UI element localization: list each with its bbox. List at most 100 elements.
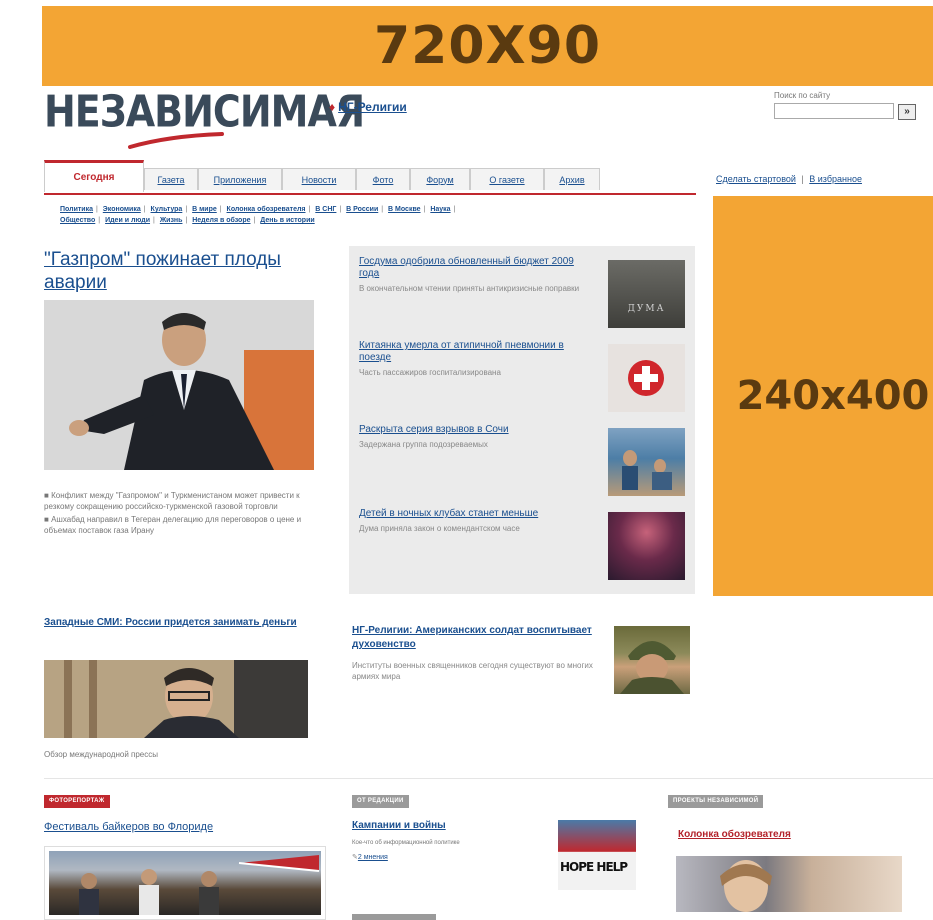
main-headline: "Газпром" пожинает плоды аварии (44, 248, 324, 294)
tab-about[interactable]: О газете (470, 168, 544, 190)
subnav-moscow[interactable]: В Москве (388, 206, 421, 213)
subnav-week-review[interactable]: Неделя в обзоре (192, 217, 250, 224)
subnav-russia[interactable]: В России (346, 206, 378, 213)
bullet-icon: ♦ (329, 100, 336, 114)
subnav-day-history[interactable]: День в истории (260, 217, 314, 224)
search-button[interactable]: » (898, 104, 916, 120)
news-thumb[interactable] (608, 428, 685, 496)
tab-today[interactable]: Сегодня (44, 160, 144, 192)
subnav-ideas[interactable]: Идеи и люди (105, 217, 150, 224)
secondary-headline: Западные СМИ: России придется занимать д… (44, 616, 304, 629)
tab-newspaper[interactable]: Газета (144, 168, 198, 190)
religion-thumb[interactable] (614, 626, 690, 694)
secondary-headline-link[interactable]: Западные СМИ: России придется занимать д… (44, 617, 297, 628)
bullet-text: Конфликт между "Газпромом" и Туркмениста… (44, 491, 300, 511)
section-subnav: Политика | Экономика | Культура | В мире | К… (60, 204, 670, 226)
editorial-comments: ✎2 мнения (352, 853, 388, 861)
site-logo[interactable]: НЕЗАВИСИМАЯ (44, 86, 365, 137)
bullet-icon: ■ (44, 491, 49, 500)
subnav-row-1: Политика | Экономика | Культура | В мире | К… (60, 204, 670, 215)
separator: | (339, 206, 342, 213)
subnav-politics[interactable]: Политика (60, 206, 93, 213)
editorial-badge[interactable]: ОТ РЕДАКЦИИ (352, 795, 409, 808)
separator: | (423, 206, 426, 213)
subnav-world[interactable]: В мире (192, 206, 217, 213)
separator: | (96, 206, 98, 213)
tab-photo[interactable]: Фото (356, 168, 410, 190)
main-bullets: ■ Конфликт между "Газпромом" и Туркменис… (44, 490, 324, 538)
separator: | (801, 174, 804, 184)
news-item: Госдума одобрила обновленный бюджет 2009… (359, 256, 584, 294)
news-thumb-text: ДУМА (627, 304, 666, 314)
religion-headline: НГ-Религии: Американских солдат воспитыв… (352, 624, 602, 652)
subnav-life[interactable]: Жизнь (160, 217, 183, 224)
photoreport-frame (44, 846, 326, 920)
news-item-title[interactable]: Детей в ночных клубах станет меньше (359, 508, 584, 520)
news-item-desc: Дума приняла закон о комендантском часе (359, 524, 520, 533)
bullet-icon: ■ (44, 515, 49, 524)
news-item-title[interactable]: Китаянка умерла от атипичной пневмонии в… (359, 340, 584, 364)
ng-religion-link-wrap: ♦ НГ-Религии (329, 100, 407, 114)
secondary-photo[interactable] (44, 660, 308, 738)
subnav-culture[interactable]: Культура (151, 206, 183, 213)
editorial-title[interactable]: Кампании и войны (352, 820, 446, 831)
separator: | (143, 206, 146, 213)
news-thumb[interactable] (608, 344, 685, 412)
main-headline-link[interactable]: "Газпром" пожинает плоды аварии (44, 249, 281, 293)
tab-archive[interactable]: Архив (544, 168, 600, 190)
subnav-society[interactable]: Общество (60, 217, 95, 224)
column-title[interactable]: Колонка обозревателя (678, 828, 791, 842)
main-photo-image (44, 300, 314, 470)
separator: | (219, 206, 222, 213)
top-banner-label: 720X90 (374, 16, 601, 76)
red-cross-icon (628, 360, 664, 396)
news-thumb-image (622, 450, 672, 490)
news-thumb[interactable] (608, 512, 685, 580)
bullet-text: Ашхабад направил в Тегеран делегацию для… (44, 515, 302, 535)
main-photo[interactable] (44, 300, 314, 470)
subnav-science[interactable]: Наука (430, 206, 450, 213)
news-panel: Госдума одобрила обновленный бюджет 2009… (349, 246, 695, 594)
photoreport-badge[interactable]: ФОТОРЕПОРТАЖ (44, 795, 110, 808)
religion-headline-link[interactable]: НГ-Религии: Американских солдат воспитыв… (352, 625, 592, 650)
column-image-art (720, 860, 772, 912)
photoreport-image[interactable] (49, 851, 321, 915)
make-homepage-link[interactable]: Сделать стартовой (716, 174, 796, 184)
subnav-row-2: Общество | Идеи и люди | Жизнь | Неделя в о… (60, 215, 670, 226)
separator: | (253, 217, 256, 224)
add-favorites-link[interactable]: В избранное (809, 174, 862, 184)
separator: | (185, 206, 188, 213)
list-item: ■ Конфликт между "Газпромом" и Туркменис… (44, 490, 324, 512)
news-item-desc: Часть пассажиров госпитализирована (359, 368, 501, 377)
news-item: Китаянка умерла от атипичной пневмонии в… (359, 340, 584, 378)
tab-news[interactable]: Новости (282, 168, 356, 190)
religion-desc: Институты военных священников сегодня су… (352, 661, 593, 681)
search-label: Поиск по сайту (774, 91, 831, 100)
editorial-thumb[interactable]: HOPE HELP (558, 820, 636, 890)
projects-badge[interactable]: ПРОЕКТЫ НЕЗАВИСИМОЙ (668, 795, 764, 808)
separator: | (381, 206, 384, 213)
search-input[interactable] (774, 103, 894, 119)
top-banner-ad[interactable]: 720X90 (42, 6, 933, 86)
side-banner-ad[interactable]: 240x400 (713, 196, 933, 596)
photoreport-image-art (79, 855, 320, 915)
ng-religion-link[interactable]: НГ-Религии (338, 100, 407, 114)
section-divider (44, 778, 933, 779)
news-item-title[interactable]: Госдума одобрила обновленный бюджет 2009… (359, 256, 584, 280)
separator: | (308, 206, 311, 213)
subnav-column[interactable]: Колонка обозревателя (227, 206, 306, 213)
news-item: Раскрыта серия взрывов в Сочи Задержана … (359, 424, 584, 450)
tab-supplements[interactable]: Приложения (198, 168, 282, 190)
column-image[interactable] (676, 856, 902, 912)
news-thumb[interactable]: ДУМА (608, 260, 685, 328)
news-item-title[interactable]: Раскрыта серия взрывов в Сочи (359, 424, 584, 436)
photoreport-title[interactable]: Фестиваль байкеров во Флориде (44, 820, 213, 834)
top-right-links: Сделать стартовой | В избранное (716, 174, 862, 184)
subnav-cis[interactable]: В СНГ (315, 206, 336, 213)
tab-forum[interactable]: Форум (410, 168, 470, 190)
secondary-caption: Обзор международной прессы (44, 750, 159, 759)
religion-thumb-image (620, 641, 684, 694)
comments-link[interactable]: 2 мнения (358, 854, 388, 861)
subnav-economy[interactable]: Экономика (103, 206, 141, 213)
secondary-photo-image (44, 660, 308, 738)
